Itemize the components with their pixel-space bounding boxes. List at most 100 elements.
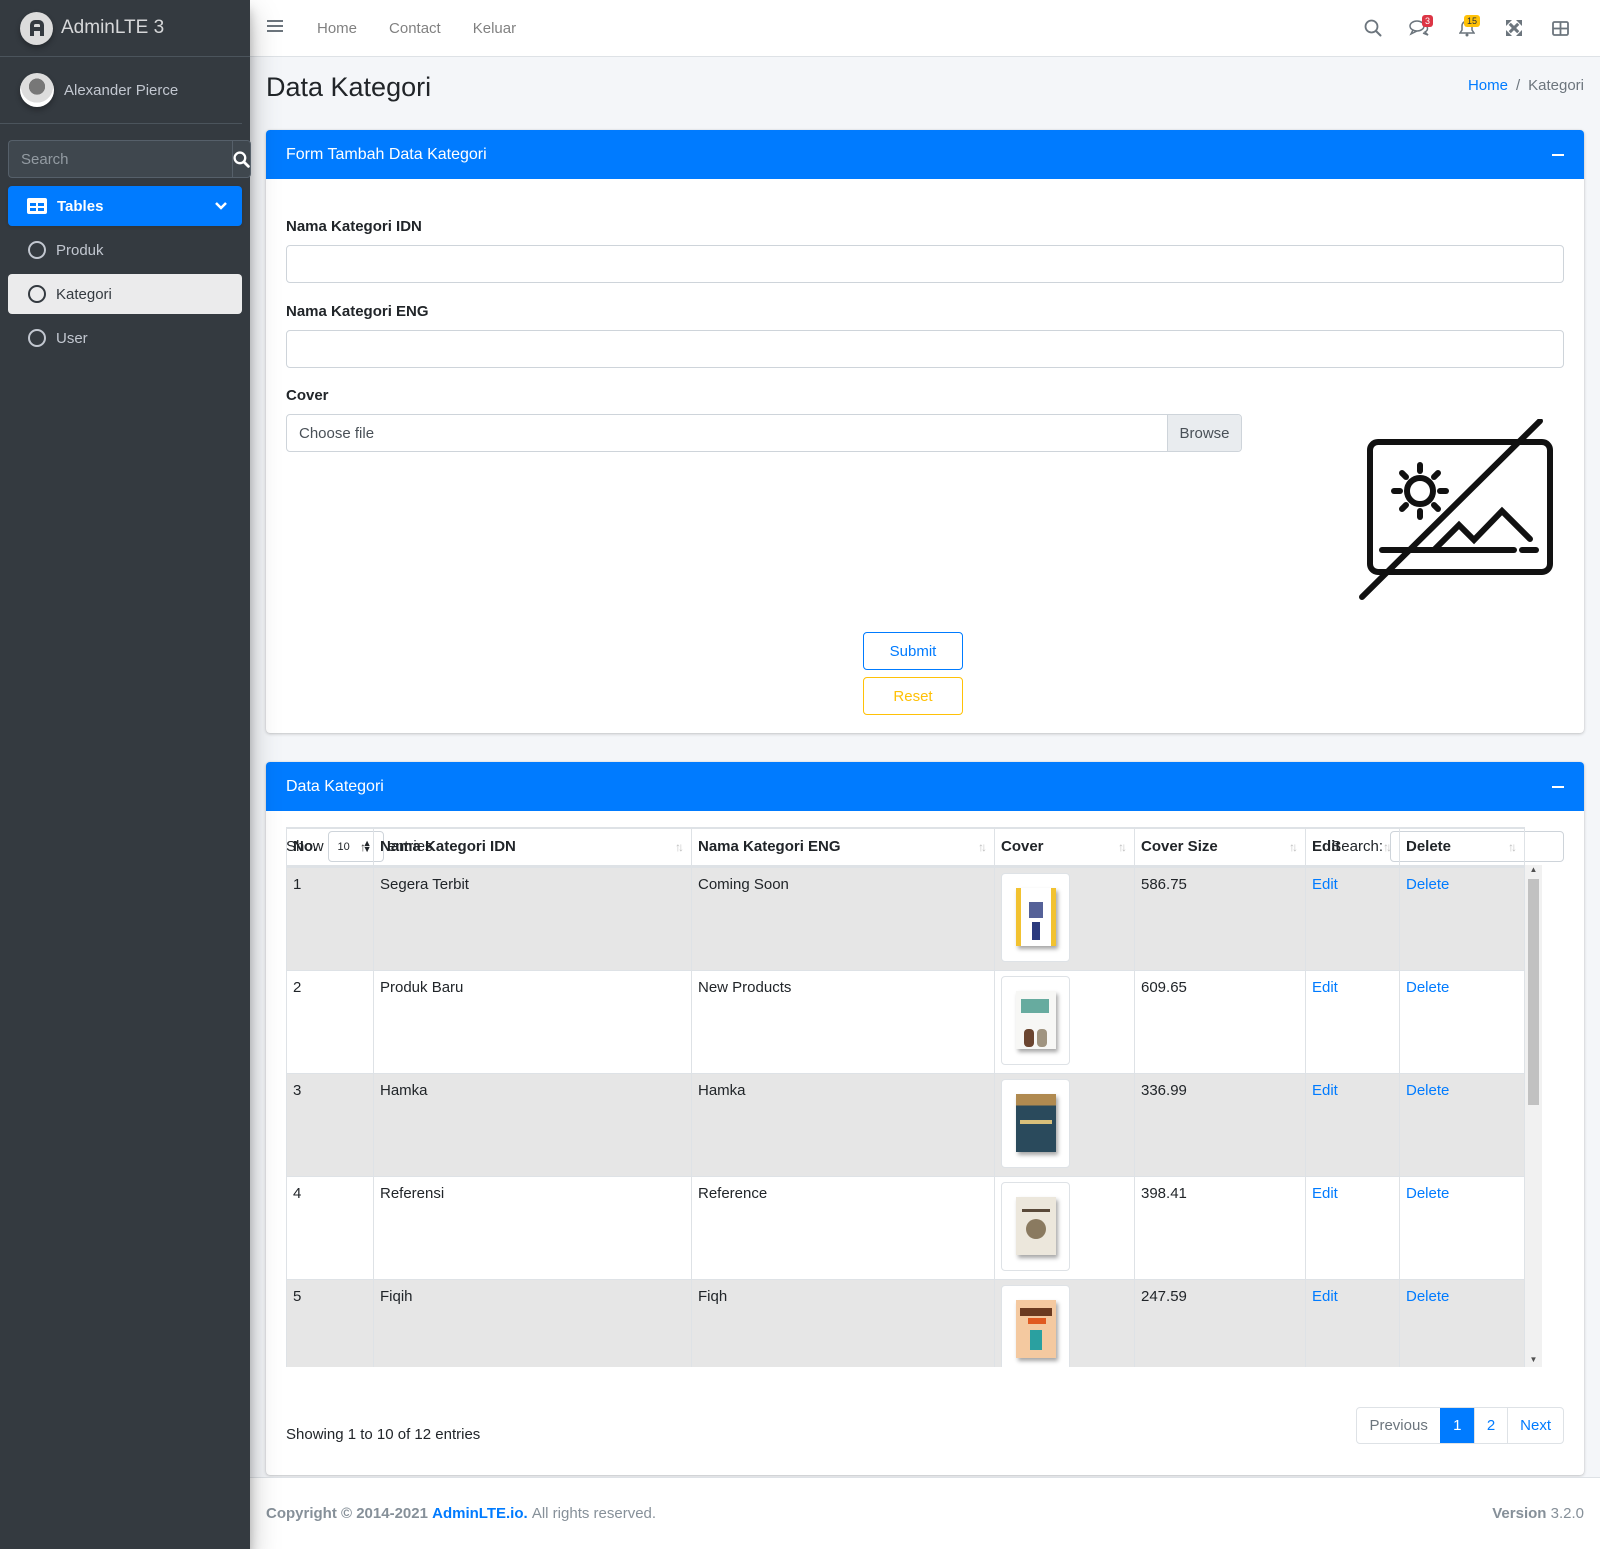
cover-thumbnail[interactable] [1001, 1078, 1070, 1168]
nav-link-home[interactable]: Home [317, 20, 357, 37]
edit-link[interactable]: Edit [1312, 876, 1338, 893]
collapse-icon[interactable] [1552, 785, 1564, 788]
navbar-search-button[interactable] [1349, 8, 1396, 48]
delete-link[interactable]: Delete [1406, 1288, 1449, 1305]
cover-file-input[interactable]: Choose file Browse [286, 414, 1242, 452]
table-row: 4 Referensi Reference 398.41 Edit Delete [286, 1175, 1525, 1280]
column-header-nama-idn[interactable]: Nama Kategori IDN ↑↓ [373, 827, 692, 868]
cover-thumbnail[interactable] [1001, 1284, 1070, 1367]
cell-delete: Delete [1399, 1072, 1525, 1177]
column-header-nama-eng[interactable]: Nama Kategori ENG ↑↓ [691, 827, 995, 868]
cover-thumbnail[interactable] [1001, 872, 1070, 962]
column-header-no[interactable]: No. ↑ [286, 827, 374, 868]
image-unavailable-icon [1354, 418, 1554, 609]
adminlte-link[interactable]: AdminLTE.io. [432, 1505, 528, 1522]
table-row: 3 Hamka Hamka 336.99 Edit Delete [286, 1072, 1525, 1177]
cell-edit: Edit [1305, 1072, 1400, 1177]
cover-label: Cover [286, 387, 329, 404]
nav-link-keluar[interactable]: Keluar [473, 20, 516, 37]
nav-link-contact[interactable]: Contact [389, 20, 441, 37]
column-header-cover-size[interactable]: Cover Size ↑↓ [1134, 827, 1306, 868]
kategori-table: No. ↑ Nama Kategori IDN ↑↓ Nama Kategori E… [286, 827, 1525, 1367]
brand-link[interactable]: AdminLTE 3 [0, 0, 250, 57]
edit-link[interactable]: Edit [1312, 979, 1338, 996]
fullscreen-button[interactable] [1490, 8, 1537, 48]
scrollbar-thumb[interactable] [1528, 879, 1539, 1105]
control-sidebar-button[interactable] [1537, 8, 1584, 48]
edit-link[interactable]: Edit [1312, 1185, 1338, 1202]
pagination-next[interactable]: Next [1507, 1408, 1563, 1443]
submit-button[interactable]: Submit [863, 632, 963, 670]
sidebar-item-kategori[interactable]: Kategori [8, 274, 242, 314]
scroll-up-arrow-icon[interactable]: ▲ [1525, 865, 1542, 879]
sidebar-search-button[interactable] [232, 140, 251, 178]
cell-nama-idn: Produk Baru [373, 969, 692, 1074]
sort-icon: ↑↓ [1383, 840, 1392, 854]
cell-nama-idn: Fiqih [373, 1278, 692, 1367]
sort-icon: ↑↓ [978, 840, 987, 854]
footer: Copyright © 2014-2021 AdminLTE.io. All r… [250, 1477, 1600, 1549]
user-name[interactable]: Alexander Pierce [64, 82, 178, 99]
pagination-previous[interactable]: Previous [1357, 1408, 1439, 1443]
reset-button[interactable]: Reset [863, 677, 963, 715]
cell-cover-size: 398.41 [1134, 1175, 1306, 1280]
breadcrumb: Home / Kategori [1468, 77, 1584, 94]
scroll-down-arrow-icon[interactable]: ▼ [1525, 1353, 1542, 1367]
column-header-edit[interactable]: Edit ↑↓ [1305, 827, 1400, 868]
collapse-icon[interactable] [1552, 153, 1564, 156]
delete-link[interactable]: Delete [1406, 876, 1449, 893]
column-header-delete[interactable]: Delete ↑↓ [1399, 827, 1525, 868]
cell-delete: Delete [1399, 1175, 1525, 1280]
table-scroll-container: No. ↑ Nama Kategori IDN ↑↓ Nama Kategori E… [286, 827, 1542, 1367]
browse-button[interactable]: Browse [1167, 415, 1241, 451]
sidebar-item-label: Tables [57, 197, 104, 215]
sidebar-toggle-button[interactable] [267, 19, 287, 37]
edit-link[interactable]: Edit [1312, 1288, 1338, 1305]
cover-thumbnail[interactable] [1001, 1181, 1070, 1271]
sidebar-search [8, 140, 251, 178]
delete-link[interactable]: Delete [1406, 1185, 1449, 1202]
table-row: 5 Fiqih Fiqh 247.59 Edit Delete [286, 1278, 1525, 1367]
cell-cover [994, 865, 1135, 971]
messages-button[interactable]: 3 [1396, 8, 1443, 48]
cell-cover [994, 1072, 1135, 1177]
sidebar-item-user[interactable]: User [8, 318, 242, 358]
notifications-button[interactable]: 15 [1443, 8, 1490, 48]
circle-icon [28, 241, 46, 259]
adminlte-logo-icon [20, 11, 53, 45]
delete-link[interactable]: Delete [1406, 979, 1449, 996]
nama-kategori-idn-label: Nama Kategori IDN [286, 218, 422, 235]
table-row: 1 Segera Terbit Coming Soon 586.75 Edit … [286, 865, 1525, 971]
sort-asc-icon: ↑ [360, 840, 366, 854]
table-icon [27, 198, 47, 214]
pagination-page-2[interactable]: 2 [1473, 1408, 1507, 1443]
page-title: Data Kategori [266, 72, 432, 102]
cell-cover-size: 247.59 [1134, 1278, 1306, 1367]
cover-thumbnail[interactable] [1001, 975, 1070, 1065]
sidebar-item-label: Kategori [56, 285, 112, 303]
cell-delete: Delete [1399, 969, 1525, 1074]
cell-cover-size: 336.99 [1134, 1072, 1306, 1177]
nama-kategori-eng-input[interactable] [286, 330, 1564, 368]
sort-icon: ↑↓ [675, 840, 684, 854]
sidebar-search-input[interactable] [8, 140, 232, 178]
cell-no: 3 [286, 1072, 374, 1177]
nama-kategori-idn-input[interactable] [286, 245, 1564, 283]
search-icon [1364, 19, 1381, 37]
breadcrumb-home-link[interactable]: Home [1468, 77, 1508, 94]
pagination-page-1[interactable]: 1 [1439, 1408, 1474, 1443]
pagination: Previous 1 2 Next [1356, 1407, 1564, 1444]
form-card-title: Form Tambah Data Kategori [286, 145, 487, 163]
delete-link[interactable]: Delete [1406, 1082, 1449, 1099]
sort-icon: ↑↓ [1289, 840, 1298, 854]
user-panel[interactable]: Alexander Pierce [0, 57, 242, 124]
sidebar-item-tables[interactable]: Tables [8, 186, 242, 226]
column-header-cover[interactable]: Cover ↑↓ [994, 827, 1135, 868]
edit-link[interactable]: Edit [1312, 1082, 1338, 1099]
sidebar-item-produk[interactable]: Produk [8, 230, 242, 270]
cell-cover [994, 969, 1135, 1074]
cell-nama-eng: Reference [691, 1175, 995, 1280]
table-scrollbar[interactable]: ▲ ▼ [1525, 865, 1542, 1367]
cell-edit: Edit [1305, 1175, 1400, 1280]
table-row: 2 Produk Baru New Products 609.65 Edit D… [286, 969, 1525, 1074]
